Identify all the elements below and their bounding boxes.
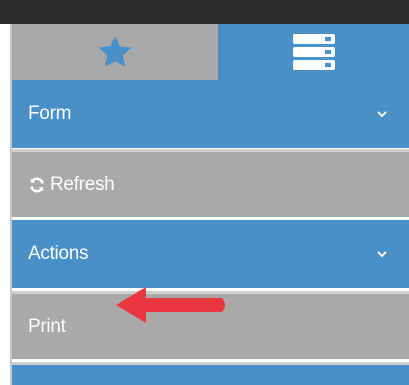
- menu-section-actions-label: Actions: [28, 243, 89, 264]
- top-bar: [0, 0, 409, 24]
- menu-item-refresh-label: Refresh: [50, 173, 115, 195]
- server-list-icon: [293, 34, 335, 70]
- chevron-down-icon: [377, 251, 387, 258]
- tab-favorites[interactable]: [12, 24, 218, 80]
- panel-tabs: [12, 24, 409, 80]
- screenshot-frame: Form Refresh Actions Print: [0, 0, 409, 385]
- menu-section-next[interactable]: [12, 362, 409, 385]
- chevron-down-icon: [377, 111, 387, 118]
- menu-section-form[interactable]: Form: [12, 80, 409, 148]
- refresh-icon: [30, 176, 44, 193]
- side-panel: Form Refresh Actions Print: [10, 24, 409, 385]
- tab-menu[interactable]: [218, 24, 409, 80]
- menu-item-print-label: Print: [28, 315, 66, 337]
- star-icon: [98, 35, 132, 67]
- annotation-arrow-icon: [116, 287, 225, 323]
- menu-section-form-label: Form: [28, 103, 72, 124]
- menu-item-refresh[interactable]: Refresh: [12, 149, 409, 217]
- menu-section-actions[interactable]: Actions: [12, 220, 409, 288]
